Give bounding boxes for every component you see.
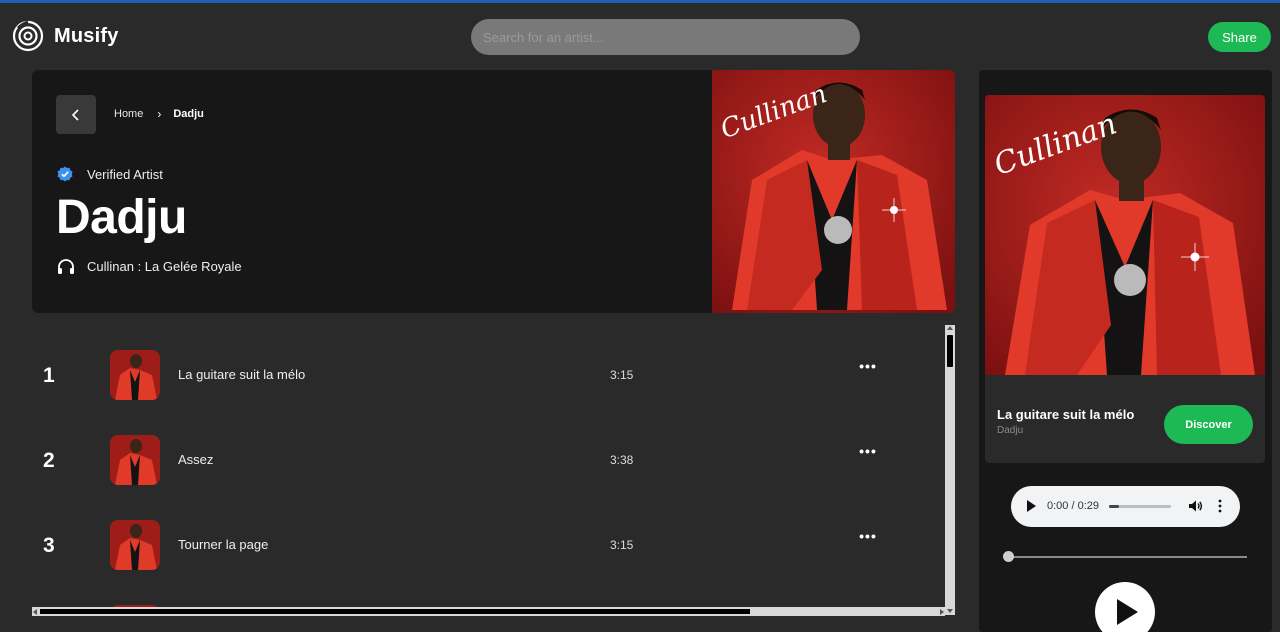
track-thumbnail bbox=[110, 520, 160, 570]
album-line: Cullinan : La Gelée Royale bbox=[57, 258, 242, 274]
track-row[interactable]: 2 Assez 3:38 ••• bbox=[32, 435, 945, 485]
track-duration: 3:38 bbox=[610, 453, 634, 467]
back-button[interactable] bbox=[56, 95, 96, 134]
app-name: Musify bbox=[54, 24, 119, 47]
breadcrumb-separator: › bbox=[157, 107, 162, 121]
track-thumbnail bbox=[110, 435, 160, 485]
more-options-icon[interactable]: ••• bbox=[858, 358, 878, 378]
more-options-icon[interactable]: ••• bbox=[858, 443, 878, 463]
top-accent-bar bbox=[0, 0, 1280, 3]
audio-player[interactable]: 0:00 / 0:29 bbox=[1011, 486, 1240, 527]
now-playing-artist: Dadju bbox=[997, 425, 1024, 436]
app-logo[interactable]: Musify bbox=[12, 20, 119, 52]
artist-name: Dadju bbox=[56, 191, 187, 244]
more-options-icon[interactable]: ••• bbox=[858, 528, 878, 548]
scroll-right-arrow-icon[interactable] bbox=[940, 609, 944, 615]
album-cover-image: Cullinan bbox=[712, 70, 955, 313]
track-title: La guitare suit la mélo bbox=[178, 367, 306, 382]
track-thumbnail bbox=[110, 350, 160, 400]
track-number: 3 bbox=[43, 534, 55, 557]
audio-time: 0:00 / 0:29 bbox=[1047, 500, 1099, 512]
musify-logo-icon bbox=[12, 20, 44, 52]
track-title: Tourner la page bbox=[178, 537, 269, 552]
headphones-icon bbox=[58, 259, 74, 274]
search-input[interactable] bbox=[471, 19, 860, 55]
audio-seek-bar[interactable] bbox=[1109, 505, 1171, 508]
now-playing-card: Cullinan La guitare suit la mélo Dadju D… bbox=[985, 95, 1265, 463]
scroll-up-arrow-icon[interactable] bbox=[947, 326, 953, 330]
vertical-scroll-thumb[interactable] bbox=[947, 335, 953, 367]
more-vertical-icon[interactable] bbox=[1215, 498, 1225, 514]
audio-play-icon[interactable] bbox=[1027, 500, 1036, 512]
now-playing-panel: Cullinan La guitare suit la mélo Dadju D… bbox=[979, 70, 1272, 632]
scroll-down-arrow-icon[interactable] bbox=[947, 609, 953, 613]
track-duration: 3:15 bbox=[610, 368, 634, 382]
artist-hero: Home › Dadju Verified Artist Dadju Culli… bbox=[32, 70, 955, 313]
verified-label: Verified Artist bbox=[87, 166, 163, 182]
share-button[interactable]: Share bbox=[1208, 22, 1271, 52]
track-row[interactable]: 3 Tourner la page 3:15 ••• bbox=[32, 520, 945, 570]
breadcrumb: Home › Dadju bbox=[114, 107, 204, 121]
track-progress-bar[interactable] bbox=[1006, 556, 1247, 558]
now-playing-cover-image: Cullinan bbox=[985, 95, 1265, 375]
discover-button[interactable]: Discover bbox=[1164, 405, 1253, 444]
verified-check-icon bbox=[57, 166, 73, 182]
verified-badge: Verified Artist bbox=[57, 166, 163, 182]
chevron-left-icon bbox=[71, 108, 79, 121]
album-title: Cullinan : La Gelée Royale bbox=[87, 258, 242, 274]
volume-icon[interactable] bbox=[1187, 498, 1203, 514]
track-number: 2 bbox=[43, 449, 55, 472]
track-title: Assez bbox=[178, 452, 214, 467]
track-progress-knob[interactable] bbox=[1003, 551, 1014, 562]
breadcrumb-current: Dadju bbox=[173, 108, 204, 120]
now-playing-title: La guitare suit la mélo bbox=[997, 407, 1135, 422]
track-number: 1 bbox=[43, 364, 55, 387]
breadcrumb-home[interactable]: Home bbox=[114, 108, 143, 120]
horizontal-scroll-thumb[interactable] bbox=[40, 609, 750, 614]
track-list: 1 La guitare suit la mélo 3:15 ••• 2 Ass… bbox=[32, 325, 945, 607]
audio-seek-fill bbox=[1109, 505, 1119, 508]
track-duration: 3:15 bbox=[610, 538, 634, 552]
track-row[interactable]: 1 La guitare suit la mélo 3:15 ••• bbox=[32, 350, 945, 400]
vertical-scrollbar[interactable] bbox=[945, 325, 955, 615]
play-icon bbox=[1117, 599, 1138, 625]
scroll-left-arrow-icon[interactable] bbox=[33, 609, 37, 615]
horizontal-scrollbar[interactable] bbox=[32, 607, 945, 616]
play-button[interactable] bbox=[1095, 582, 1155, 632]
